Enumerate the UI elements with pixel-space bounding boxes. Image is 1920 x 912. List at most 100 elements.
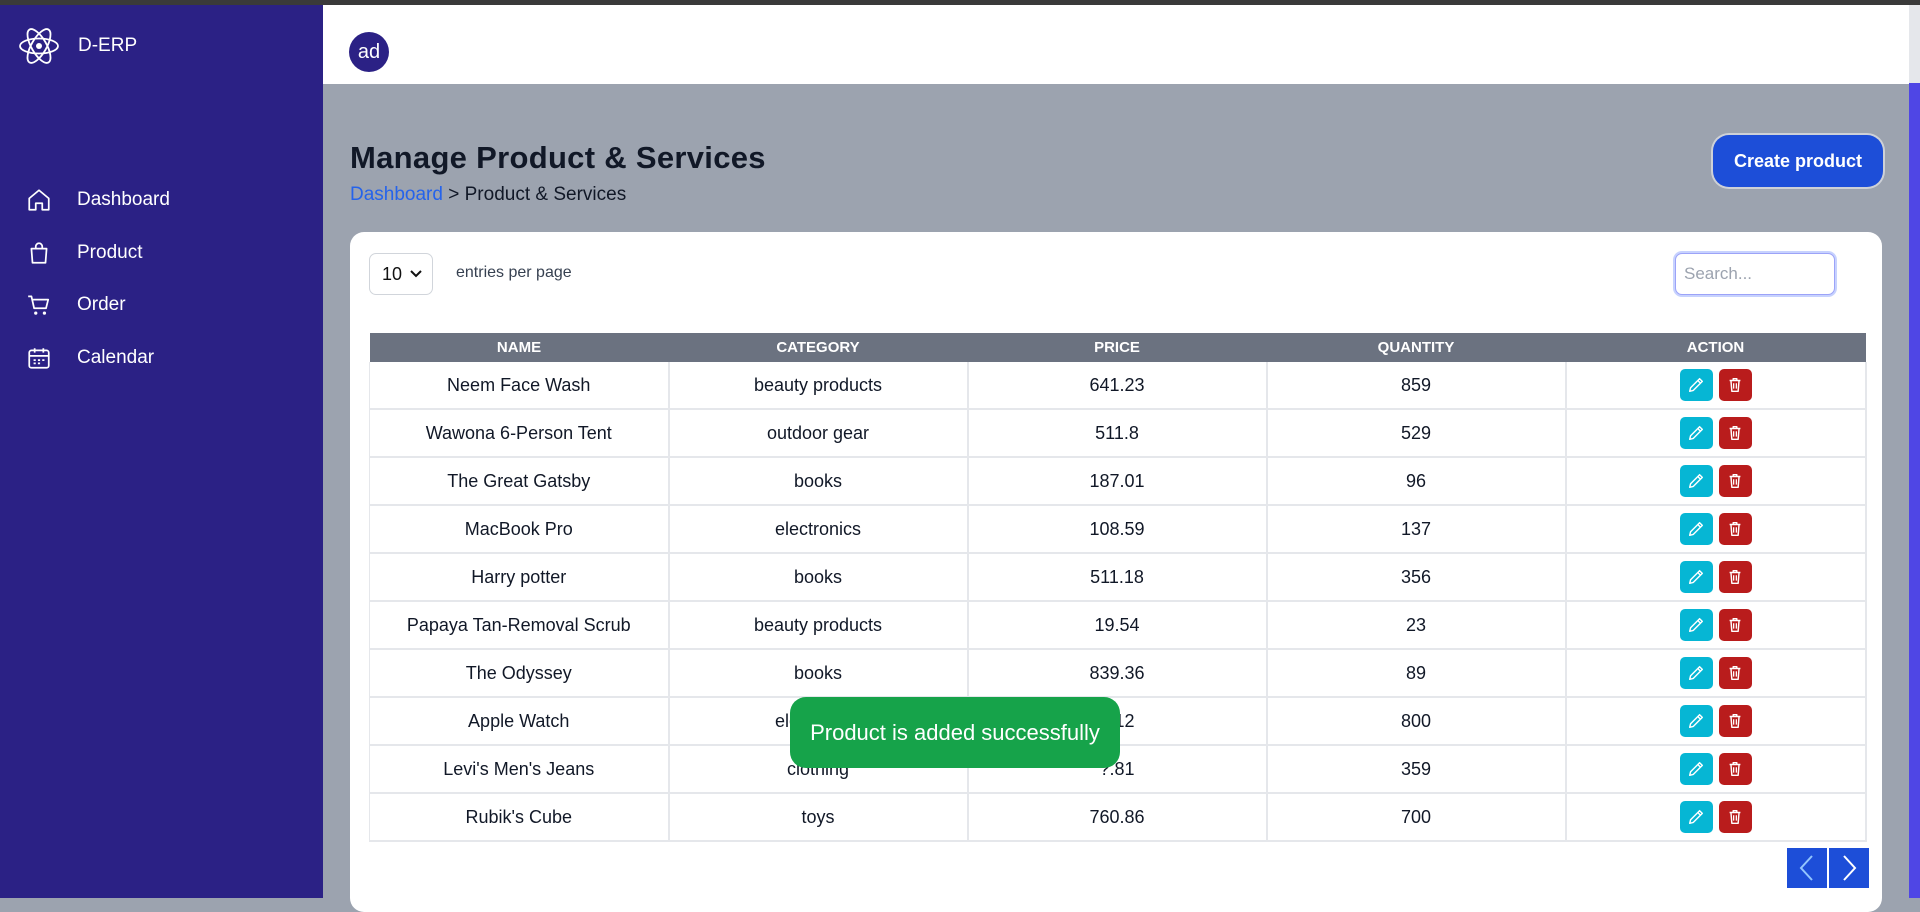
entries-per-page-select[interactable]: 10 [369, 253, 433, 295]
cell-quantity: 800 [1266, 697, 1567, 746]
cell-quantity: 96 [1266, 457, 1567, 506]
cell-action [1565, 505, 1867, 554]
table-row: Papaya Tan-Removal Scrub beauty products 1… [369, 601, 1867, 650]
trash-icon [1729, 665, 1741, 681]
cell-name: Papaya Tan-Removal Scrub [369, 601, 670, 650]
row-actions [1567, 369, 1865, 401]
chevron-right-icon [1843, 855, 1857, 881]
breadcrumb-link-dashboard[interactable]: Dashboard [350, 184, 443, 205]
sidebar-item-label: Dashboard [77, 189, 170, 210]
row-actions [1567, 417, 1865, 449]
table-row: Rubik's Cube toys 760.86 700 [369, 793, 1867, 842]
edit-button[interactable] [1679, 417, 1713, 449]
delete-button[interactable] [1718, 369, 1752, 401]
edit-button[interactable] [1679, 753, 1713, 785]
edit-button[interactable] [1679, 609, 1713, 641]
column-header-quantity: QUANTITY [1266, 333, 1566, 362]
table-row: MacBook Pro electronics 108.59 137 [369, 505, 1867, 554]
edit-button[interactable] [1679, 657, 1713, 689]
cell-category: toys [668, 793, 969, 842]
cell-name: Harry potter [369, 553, 670, 602]
edit-button[interactable] [1679, 801, 1713, 833]
column-header-action: ACTION [1565, 333, 1866, 362]
cell-price: 187.01 [967, 457, 1268, 506]
home-icon [28, 189, 50, 211]
scrollbar-track[interactable] [1909, 5, 1920, 898]
trash-icon [1729, 809, 1741, 825]
sidebar-item-label: Order [77, 294, 126, 315]
cell-name: Apple Watch [369, 697, 670, 746]
sidebar-item-order[interactable]: Order [26, 292, 126, 318]
pencil-icon [1688, 713, 1704, 729]
edit-button[interactable] [1679, 465, 1713, 497]
sidebar-item-dashboard[interactable]: Dashboard [26, 187, 170, 213]
page-title: Manage Product & Services [350, 140, 766, 175]
cell-price: 760.86 [967, 793, 1268, 842]
cell-category: beauty products [668, 362, 969, 410]
row-actions [1567, 561, 1865, 593]
create-product-button[interactable]: Create product [1713, 135, 1883, 187]
cell-category: books [668, 553, 969, 602]
delete-button[interactable] [1718, 465, 1752, 497]
pencil-icon [1688, 761, 1704, 777]
cell-category: books [668, 457, 969, 506]
success-toast: Product is added successfully [790, 697, 1120, 768]
scrollbar-thumb[interactable] [1909, 5, 1920, 83]
cell-quantity: 89 [1266, 649, 1567, 698]
top-header: ad [323, 5, 1909, 84]
row-actions [1567, 513, 1865, 545]
row-actions [1567, 705, 1865, 737]
delete-button[interactable] [1718, 801, 1752, 833]
cell-price: 641.23 [967, 362, 1268, 410]
chevron-left-icon [1799, 855, 1813, 881]
trash-icon [1729, 713, 1741, 729]
table-row: The Great Gatsby books 187.01 96 [369, 457, 1867, 506]
sidebar-item-product[interactable]: Product [26, 240, 142, 266]
edit-button[interactable] [1679, 561, 1713, 593]
delete-button[interactable] [1718, 513, 1752, 545]
cell-quantity: 700 [1266, 793, 1567, 842]
prev-page-button[interactable] [1787, 848, 1827, 888]
column-header-name: NAME [369, 333, 669, 362]
table-row: Neem Face Wash beauty products 641.23 859 [369, 362, 1867, 410]
avatar[interactable]: ad [349, 32, 389, 72]
pencil-icon [1688, 617, 1704, 633]
cell-category: outdoor gear [668, 409, 969, 458]
delete-button[interactable] [1718, 609, 1752, 641]
next-page-button[interactable] [1829, 848, 1869, 888]
sidebar-item-calendar[interactable]: Calendar [26, 345, 154, 371]
breadcrumb-current: Product & Services [464, 184, 627, 205]
cell-category: beauty products [668, 601, 969, 650]
cell-price: 511.8 [967, 409, 1268, 458]
trash-icon [1729, 761, 1741, 777]
trash-icon [1729, 425, 1741, 441]
cell-category: books [668, 649, 969, 698]
delete-button[interactable] [1718, 753, 1752, 785]
edit-button[interactable] [1679, 369, 1713, 401]
delete-button[interactable] [1718, 561, 1752, 593]
edit-button[interactable] [1679, 705, 1713, 737]
app-name: D-ERP [78, 35, 138, 56]
delete-button[interactable] [1718, 657, 1752, 689]
cell-name: The Great Gatsby [369, 457, 670, 506]
cell-price: 839.36 [967, 649, 1268, 698]
table-row: The Odyssey books 839.36 89 [369, 649, 1867, 698]
cell-name: Levi's Men's Jeans [369, 745, 670, 794]
pencil-icon [1688, 665, 1704, 681]
delete-button[interactable] [1718, 417, 1752, 449]
search-input[interactable] [1675, 253, 1835, 295]
cell-quantity: 137 [1266, 505, 1567, 554]
cell-price: 511.18 [967, 553, 1268, 602]
table-row: Wawona 6-Person Tent outdoor gear 511.8 529 [369, 409, 1867, 458]
cell-name: Rubik's Cube [369, 793, 670, 842]
pencil-icon [1688, 473, 1704, 489]
brand[interactable]: D-ERP [18, 23, 137, 69]
cell-action [1565, 601, 1867, 650]
delete-button[interactable] [1718, 705, 1752, 737]
cell-price: 108.59 [967, 505, 1268, 554]
cell-action [1565, 362, 1867, 410]
pencil-icon [1688, 521, 1704, 537]
sidebar-item-label: Calendar [77, 347, 155, 368]
edit-button[interactable] [1679, 513, 1713, 545]
sidebar: D-ERP Dashboard Product Order Calendar [0, 5, 323, 898]
